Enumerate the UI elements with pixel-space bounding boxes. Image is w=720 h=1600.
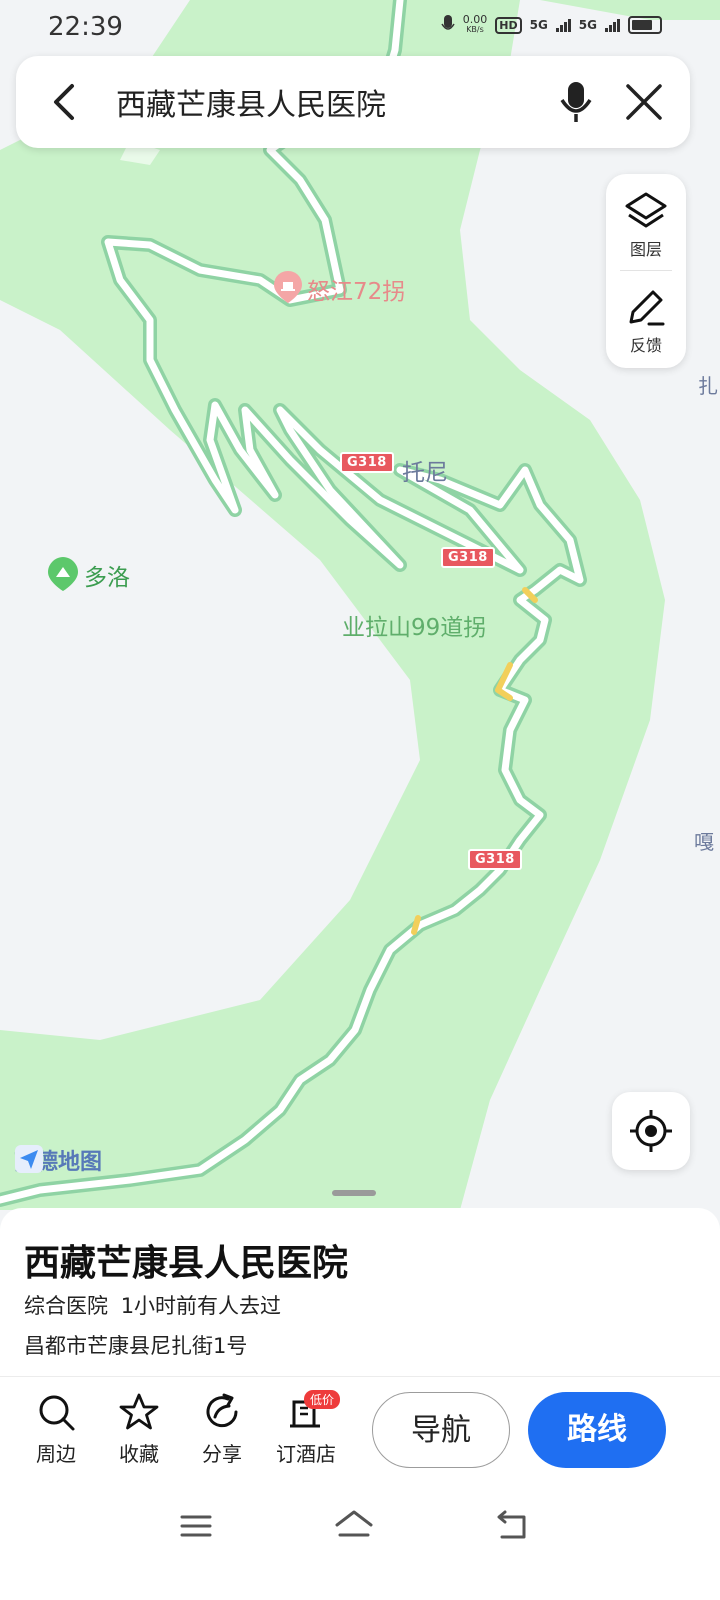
share-icon[interactable]	[202, 1392, 242, 1432]
edit-pencil-icon[interactable]	[623, 284, 669, 330]
share-label: 分享	[202, 1442, 242, 1466]
favorite-label: 收藏	[119, 1442, 159, 1466]
mic-indicator-icon	[441, 15, 455, 30]
map-label-tuoni[interactable]: 托尼	[402, 453, 448, 487]
route-button[interactable]: 路线	[528, 1392, 666, 1468]
amap-logo-icon	[15, 1145, 43, 1173]
amap-logo: 高德地图	[14, 1144, 102, 1176]
crosshair-locate-icon[interactable]	[629, 1109, 673, 1153]
traffic-slow-segment	[411, 915, 421, 935]
search-bar[interactable]: 西藏芒康县人民医院	[16, 56, 690, 148]
back-nav-button[interactable]	[494, 1508, 530, 1548]
road-badge-g318[interactable]: G318	[468, 849, 522, 870]
book-hotel-button[interactable]: 低价 订酒店	[270, 1390, 342, 1467]
feedback-label: 反馈	[629, 336, 662, 355]
status-time: 22:39	[48, 12, 123, 42]
search-input[interactable]: 西藏芒康县人民医院	[116, 80, 386, 124]
battery-icon	[628, 16, 662, 34]
road-badge-g318[interactable]: G318	[441, 547, 495, 568]
menu-button[interactable]	[178, 1508, 214, 1548]
signal-icon	[605, 18, 620, 32]
low-price-badge: 低价	[304, 1390, 341, 1409]
map-tools-panel: 图层 反馈	[606, 174, 686, 368]
net-speed-value: 0.00	[462, 13, 488, 26]
navigate-button[interactable]: 导航	[372, 1392, 510, 1468]
poi-address: 昌都市芒康县尼扎街1号	[24, 1334, 248, 1358]
sim1-label: 5G	[529, 18, 548, 32]
nearby-label: 周边	[36, 1442, 76, 1466]
net-speed-unit: KB/s	[466, 25, 484, 34]
net-speed: 0.00 KB/s	[462, 13, 488, 35]
poi-meta: 综合医院 1小时前有人去过	[24, 1290, 281, 1320]
map-edge-label: 扎	[698, 374, 718, 398]
status-icons: 0.00 KB/s HD 5G 5G	[441, 14, 662, 36]
feedback-button[interactable]: 反馈	[606, 274, 686, 364]
map-edge-label: 嘎	[694, 830, 714, 854]
map-label-yelashan[interactable]: 业拉山99道拐	[342, 608, 486, 642]
home-button[interactable]	[334, 1508, 374, 1548]
share-button[interactable]: 分享	[186, 1392, 258, 1467]
favorite-button[interactable]: 收藏	[103, 1392, 175, 1467]
status-bar: 22:39 0.00 KB/s HD 5G 5G	[0, 0, 720, 56]
hotel-label: 订酒店	[276, 1442, 336, 1466]
home-icon[interactable]	[334, 1508, 374, 1544]
locate-me-button[interactable]	[612, 1092, 690, 1170]
hd-badge: HD	[495, 16, 522, 34]
layers-icon[interactable]	[623, 188, 669, 234]
divider	[620, 270, 672, 271]
menu-icon[interactable]	[178, 1508, 214, 1544]
layers-button[interactable]: 图层	[606, 178, 686, 268]
sim2-label: 5G	[578, 18, 597, 32]
poi-category: 综合医院	[24, 1294, 108, 1318]
road-badge-g318[interactable]: G318	[340, 452, 394, 473]
signal-icon	[555, 18, 571, 32]
chevron-left-icon[interactable]	[42, 78, 90, 126]
system-navigation-bar	[0, 1486, 720, 1600]
voice-search-button[interactable]	[552, 78, 600, 126]
map-label-nujiang[interactable]: 怒江72拐	[307, 272, 405, 306]
nearby-button[interactable]: 周边	[20, 1392, 92, 1467]
back-arrow-icon[interactable]	[494, 1508, 530, 1544]
close-icon[interactable]	[620, 78, 668, 126]
microphone-icon[interactable]	[552, 78, 600, 126]
map-label-duoluo[interactable]: 多洛	[84, 558, 130, 592]
clear-search-button[interactable]	[620, 78, 668, 126]
search-icon[interactable]	[36, 1392, 76, 1432]
sheet-drag-handle[interactable]	[332, 1190, 376, 1196]
poi-title: 西藏芒康县人民医院	[24, 1243, 349, 1284]
back-button[interactable]	[42, 78, 90, 126]
poi-visit-note: 1小时前有人去过	[120, 1294, 282, 1318]
layers-label: 图层	[629, 240, 662, 259]
star-icon[interactable]	[119, 1392, 159, 1432]
